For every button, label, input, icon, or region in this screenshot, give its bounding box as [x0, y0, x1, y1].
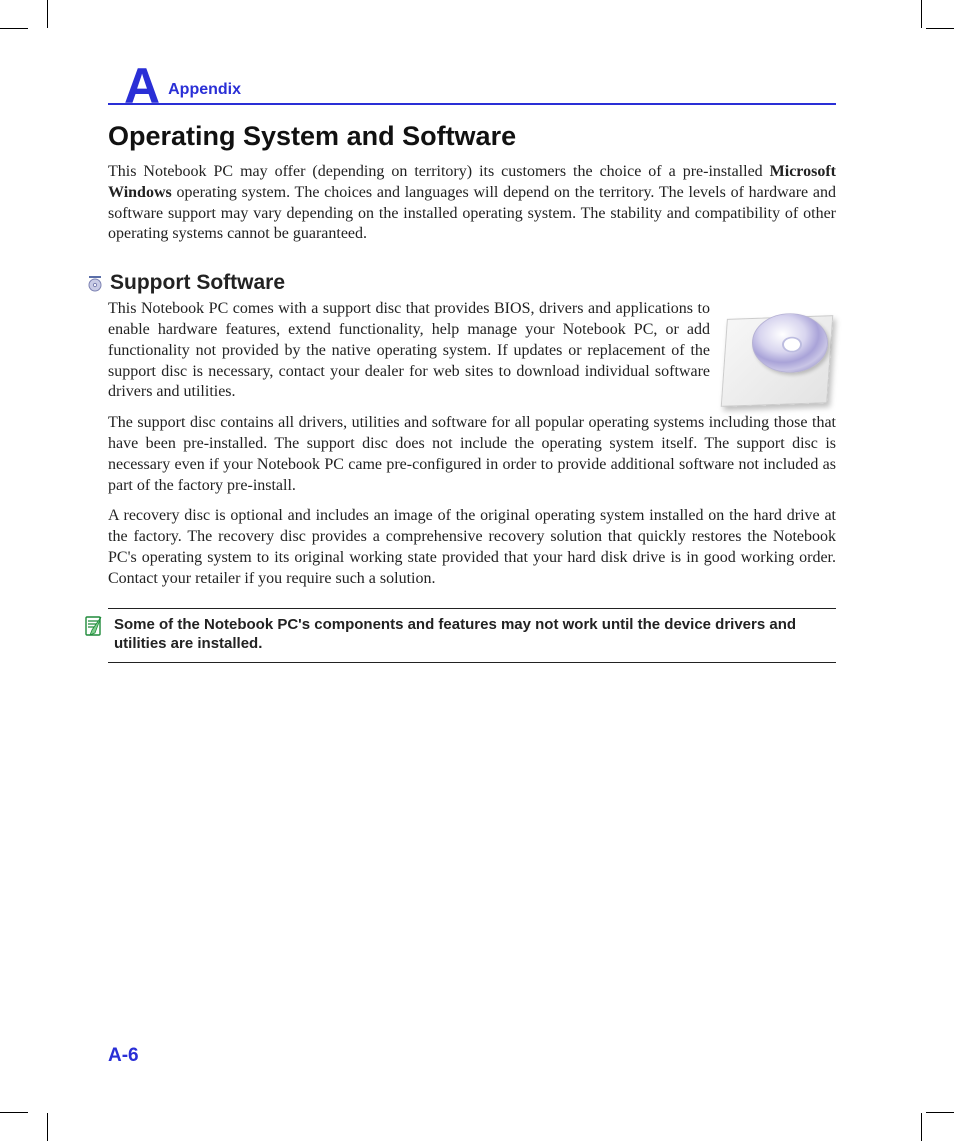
crop-mark	[47, 0, 48, 28]
crop-mark	[926, 28, 954, 29]
intro-paragraph: This Notebook PC may offer (depending on…	[108, 162, 836, 245]
intro-pre: This Notebook PC may offer (depending on…	[108, 163, 770, 180]
appendix-header: A Appendix	[108, 58, 836, 105]
support-heading: Support Software	[110, 271, 285, 295]
page-title: Operating System and Software	[108, 121, 836, 152]
appendix-label: Appendix	[168, 81, 241, 99]
appendix-letter: A	[124, 64, 158, 109]
note-icon	[84, 615, 104, 637]
crop-mark	[47, 1113, 48, 1141]
crop-mark	[921, 1113, 922, 1141]
crop-mark	[0, 28, 28, 29]
support-body: This Notebook PC comes with a support di…	[108, 299, 836, 589]
support-p3: A recovery disc is optional and includes…	[108, 506, 836, 589]
support-heading-row: Support Software	[86, 271, 836, 295]
note-text: Some of the Notebook PC's components and…	[108, 615, 836, 654]
support-p2: The support disc contains all drivers, u…	[108, 413, 836, 496]
note-box: Some of the Notebook PC's components and…	[108, 608, 836, 663]
crop-mark	[921, 0, 922, 28]
page-number: A-6	[108, 1045, 139, 1067]
cd-graphic	[716, 299, 836, 407]
crop-mark	[926, 1112, 954, 1113]
disc-icon	[86, 274, 104, 292]
page-content: A Appendix Operating System and Software…	[108, 58, 836, 1081]
crop-mark	[0, 1112, 28, 1113]
intro-post: operating system. The choices and langua…	[108, 184, 836, 243]
